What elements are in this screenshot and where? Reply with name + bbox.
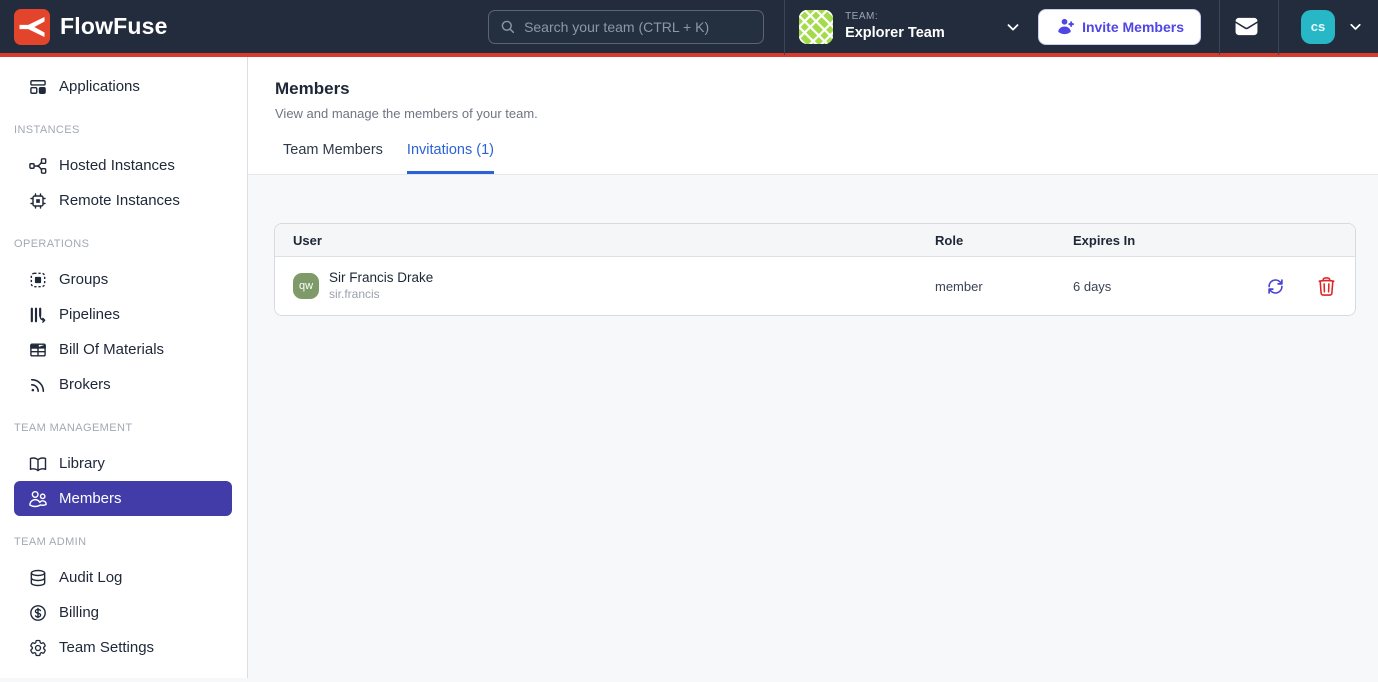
sidebar-item-hosted-instances[interactable]: Hosted Instances bbox=[14, 148, 232, 183]
member-name: Sir Francis Drake bbox=[329, 270, 433, 287]
sidebar-item-label: Pipelines bbox=[59, 306, 120, 323]
navbar-divider bbox=[1219, 0, 1220, 55]
search-icon bbox=[499, 18, 516, 35]
member-avatar: qw bbox=[293, 273, 319, 299]
sidebar-item-remote-instances[interactable]: Remote Instances bbox=[14, 183, 232, 218]
user-menu-chevron-down-icon[interactable] bbox=[1347, 18, 1364, 35]
brand-home-link[interactable]: FlowFuse bbox=[14, 9, 168, 45]
library-icon bbox=[28, 454, 48, 474]
page-header: Members View and manage the members of y… bbox=[248, 57, 1378, 175]
brokers-icon bbox=[28, 375, 48, 395]
member-avatar-initials: qw bbox=[299, 280, 313, 292]
team-name: Explorer Team bbox=[845, 24, 1004, 42]
invitations-table: User Role Expires In qw Sir Francis Drak… bbox=[274, 223, 1356, 316]
search-input[interactable] bbox=[524, 19, 753, 35]
members-icon bbox=[28, 489, 48, 509]
sidebar-item-label: Remote Instances bbox=[59, 192, 180, 209]
brand-title: FlowFuse bbox=[60, 13, 168, 40]
sidebar-item-label: Members bbox=[59, 490, 122, 507]
sidebar-item-pipelines[interactable]: Pipelines bbox=[14, 297, 232, 332]
navbar-divider bbox=[1278, 0, 1279, 55]
resend-invite-button[interactable] bbox=[1265, 276, 1286, 297]
main-content: Members View and manage the members of y… bbox=[248, 57, 1378, 678]
applications-icon bbox=[28, 77, 48, 97]
top-navbar: FlowFuse TEAM: Explorer Team Invite bbox=[0, 0, 1378, 57]
member-role: member bbox=[935, 279, 1073, 294]
sidebar-section-team-management: TEAM MANAGEMENT bbox=[0, 422, 247, 434]
team-selector[interactable]: TEAM: Explorer Team bbox=[799, 10, 1022, 44]
invite-expires-in: 6 days bbox=[1073, 279, 1221, 294]
tab-panel-invitations: User Role Expires In qw Sir Francis Drak… bbox=[248, 175, 1378, 678]
team-avatar bbox=[799, 10, 833, 44]
sidebar-item-library[interactable]: Library bbox=[14, 446, 232, 481]
delete-invite-icon bbox=[1316, 276, 1337, 297]
sidebar-item-label: Applications bbox=[59, 78, 140, 95]
sidebar-section-instances: INSTANCES bbox=[0, 124, 247, 136]
team-label: TEAM: bbox=[845, 11, 1004, 24]
hosted-instances-icon bbox=[28, 156, 48, 176]
user-avatar[interactable]: cs bbox=[1301, 10, 1335, 44]
user-avatar-initials: cs bbox=[1311, 19, 1325, 34]
column-header-expires-in: Expires In bbox=[1073, 233, 1221, 248]
sidebar-item-applications[interactable]: Applications bbox=[14, 69, 232, 104]
team-search bbox=[488, 10, 764, 44]
sidebar-item-members[interactable]: Members bbox=[14, 481, 232, 516]
sidebar-item-label: Team Settings bbox=[59, 639, 154, 656]
envelope-icon bbox=[1234, 14, 1259, 39]
sidebar-section-team-admin: TEAM ADMIN bbox=[0, 536, 247, 548]
notifications-button[interactable] bbox=[1234, 14, 1259, 39]
team-settings-icon bbox=[28, 638, 48, 658]
sidebar-item-label: Audit Log bbox=[59, 569, 122, 586]
table-header-row: User Role Expires In bbox=[275, 224, 1355, 257]
groups-icon bbox=[28, 270, 48, 290]
navbar-divider bbox=[784, 0, 785, 55]
flowfuse-logo-icon bbox=[14, 9, 50, 45]
audit-log-icon bbox=[28, 568, 48, 588]
remote-instances-icon bbox=[28, 191, 48, 211]
sidebar-item-label: Brokers bbox=[59, 376, 111, 393]
sidebar-item-brokers[interactable]: Brokers bbox=[14, 367, 232, 402]
page-title: Members bbox=[275, 79, 1378, 99]
sidebar-item-groups[interactable]: Groups bbox=[14, 262, 232, 297]
tabs: Team Members Invitations (1) bbox=[275, 142, 1378, 174]
sidebar-item-billing[interactable]: Billing bbox=[14, 595, 232, 630]
sidebar-item-label: Hosted Instances bbox=[59, 157, 175, 174]
sidebar-section-operations: OPERATIONS bbox=[0, 238, 247, 250]
user-plus-icon bbox=[1055, 17, 1074, 36]
sidebar-item-team-settings[interactable]: Team Settings bbox=[14, 630, 232, 665]
invite-members-label: Invite Members bbox=[1082, 19, 1184, 35]
member-username: sir.francis bbox=[329, 287, 433, 302]
sidebar-item-label: Groups bbox=[59, 271, 108, 288]
sidebar-item-label: Billing bbox=[59, 604, 99, 621]
chevron-down-icon bbox=[1004, 18, 1022, 36]
billing-icon bbox=[28, 603, 48, 623]
column-header-user: User bbox=[293, 233, 935, 248]
bill-of-materials-icon bbox=[28, 340, 48, 360]
resend-invite-icon bbox=[1265, 276, 1286, 297]
tab-invitations[interactable]: Invitations (1) bbox=[407, 142, 494, 174]
page-subtitle: View and manage the members of your team… bbox=[275, 106, 1378, 121]
tab-team-members[interactable]: Team Members bbox=[283, 142, 383, 174]
sidebar-item-bill-of-materials[interactable]: Bill Of Materials bbox=[14, 332, 232, 367]
invite-members-button[interactable]: Invite Members bbox=[1038, 9, 1201, 45]
sidebar-item-label: Library bbox=[59, 455, 105, 472]
table-row: qw Sir Francis Drake sir.francis member … bbox=[275, 257, 1355, 315]
pipelines-icon bbox=[28, 305, 48, 325]
sidebar-item-label: Bill Of Materials bbox=[59, 341, 164, 358]
sidebar: Applications INSTANCES Hosted Instances … bbox=[0, 57, 248, 678]
delete-invite-button[interactable] bbox=[1316, 276, 1337, 297]
sidebar-item-audit-log[interactable]: Audit Log bbox=[14, 560, 232, 595]
column-header-role: Role bbox=[935, 233, 1073, 248]
